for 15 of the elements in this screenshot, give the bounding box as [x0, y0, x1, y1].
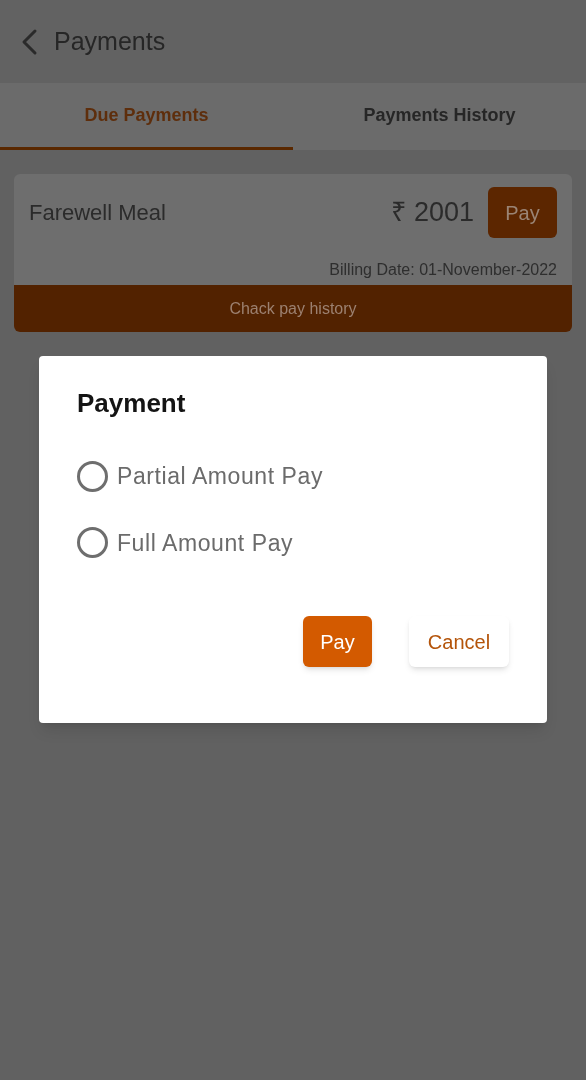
payment-amount: ₹ 2001 — [391, 196, 474, 230]
option-label[interactable]: Full Amount Pay — [117, 525, 294, 560]
billing-date: Billing Date: 01-November-2022 — [329, 260, 557, 280]
pay-button[interactable]: Pay — [488, 187, 557, 238]
radio-button[interactable] — [77, 460, 108, 492]
radio-button[interactable] — [77, 527, 108, 559]
cancel-button[interactable]: Cancel — [409, 616, 509, 667]
page-title: Payments — [54, 25, 166, 57]
tab[interactable]: Payments History — [293, 83, 586, 150]
dialog-title: Payment — [77, 387, 187, 420]
pay-button[interactable]: Pay — [303, 616, 372, 667]
payment-name: Farewell Meal — [29, 199, 167, 227]
pay-history-button[interactable]: Chack pay history — [14, 285, 572, 332]
tab[interactable]: Due Payments — [0, 83, 293, 150]
option-label[interactable]: Partial Amount Pay — [117, 459, 323, 494]
